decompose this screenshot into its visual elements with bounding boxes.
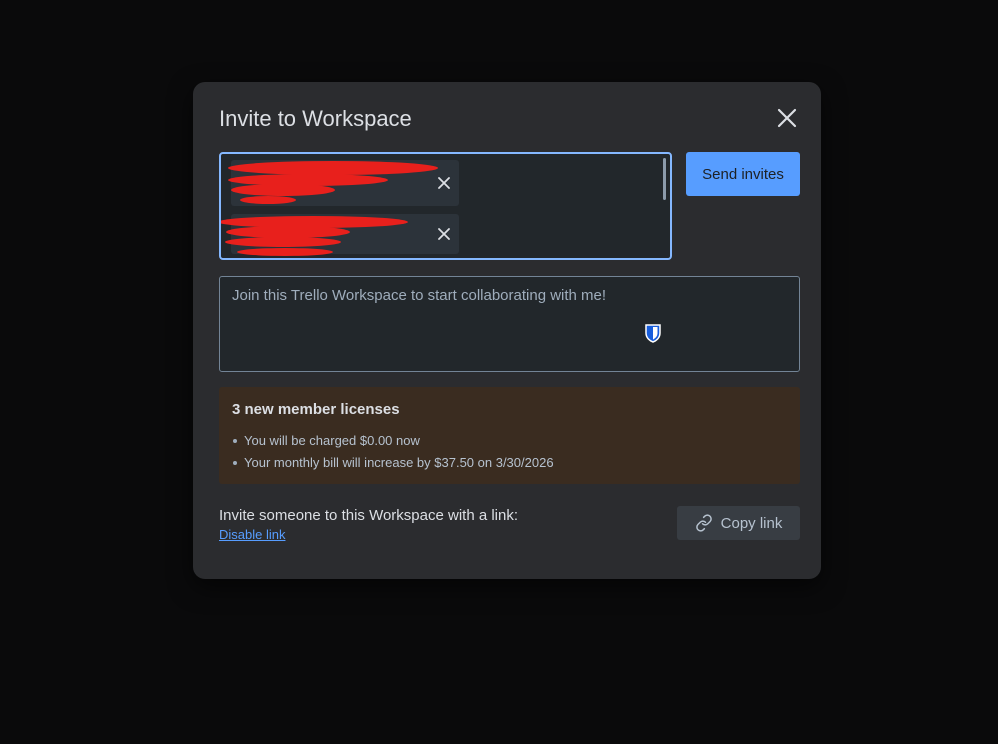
message-box — [219, 276, 800, 372]
invite-message-input[interactable] — [220, 277, 799, 371]
close-button[interactable] — [773, 106, 801, 130]
invitee-chip — [231, 160, 459, 206]
disable-link[interactable]: Disable link — [219, 527, 285, 542]
close-icon — [438, 177, 450, 189]
shield-icon[interactable] — [644, 323, 662, 343]
license-title: 3 new member licenses — [232, 401, 400, 418]
modal-title: Invite to Workspace — [219, 106, 412, 131]
copy-link-label: Copy link — [720, 514, 783, 532]
license-item: Your monthly bill will increase by $37.5… — [232, 452, 787, 474]
remove-invitee-button[interactable] — [437, 176, 451, 190]
scrollbar[interactable] — [663, 158, 666, 200]
send-invites-button[interactable]: Send invites — [686, 152, 800, 196]
license-notice: 3 new member licenses You will be charge… — [219, 387, 800, 484]
invite-link-text: Invite someone to this Workspace with a … — [219, 507, 519, 524]
link-icon — [695, 514, 712, 532]
invitee-chip — [231, 214, 459, 254]
remove-invitee-button[interactable] — [437, 227, 451, 241]
close-icon — [438, 228, 450, 240]
license-list: You will be charged $0.00 now Your month… — [232, 430, 787, 474]
copy-link-button[interactable]: Copy link — [677, 506, 800, 540]
invite-email-field[interactable] — [219, 152, 672, 260]
license-item: You will be charged $0.00 now — [232, 430, 787, 452]
invite-modal: Invite to Workspace Send invites Join th… — [193, 82, 821, 579]
close-icon — [777, 108, 797, 128]
